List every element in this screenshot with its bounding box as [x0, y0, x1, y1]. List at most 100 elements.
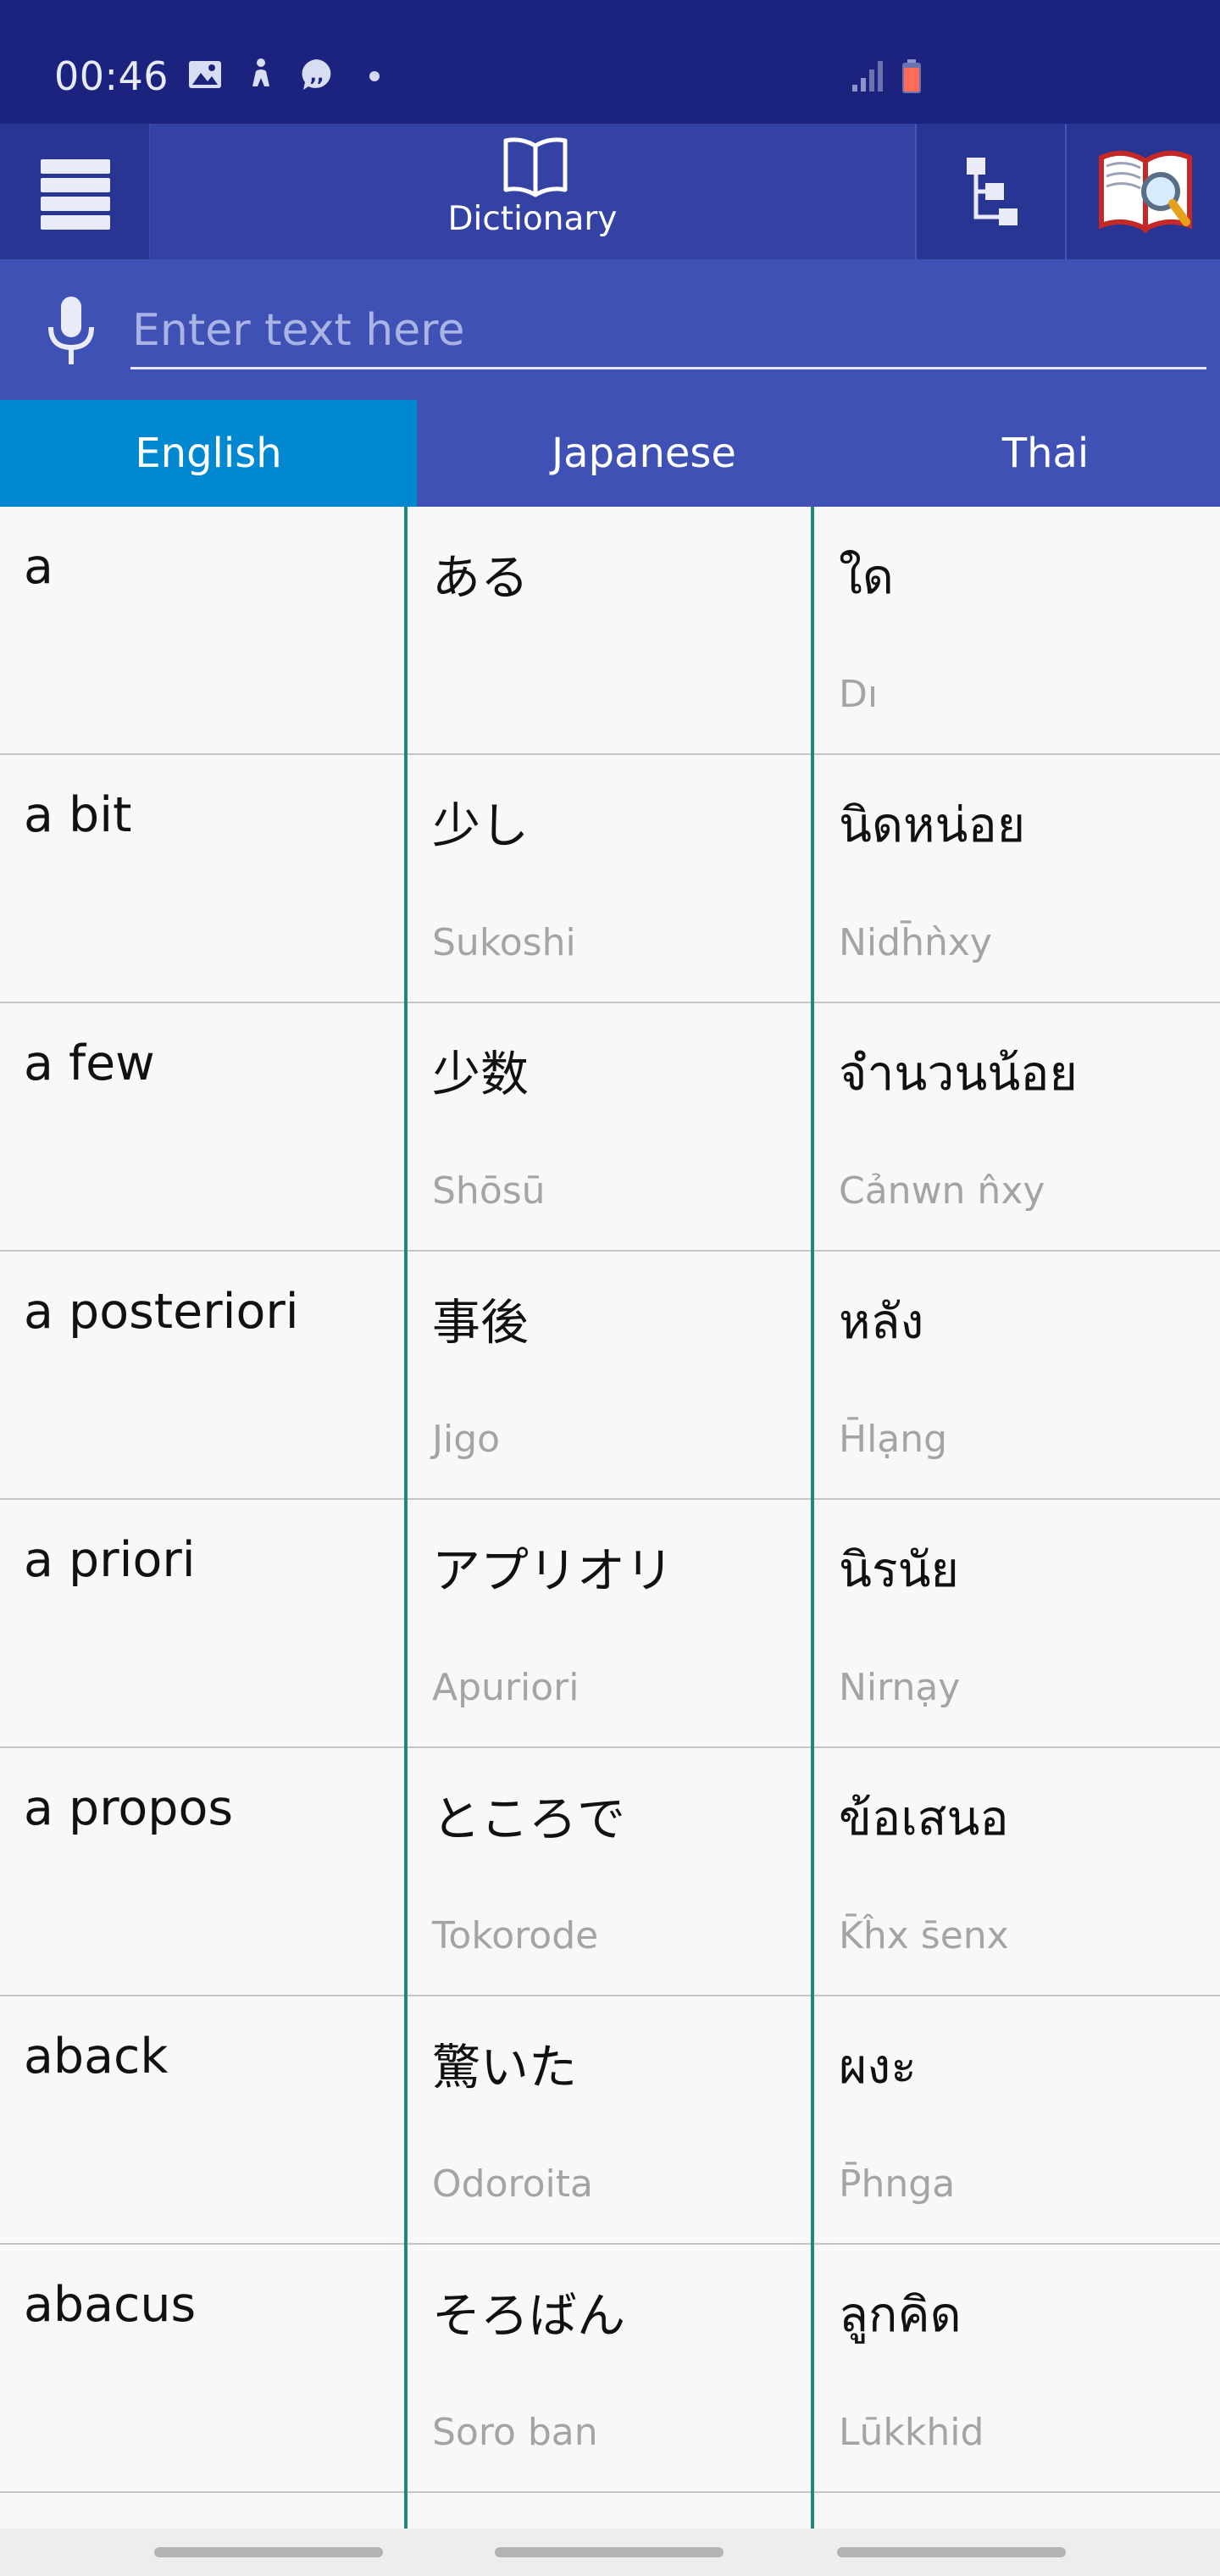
table-row[interactable]: a ある ใด Dı: [0, 507, 1220, 755]
navigation-bar: [0, 2529, 1220, 2576]
thai-word: จำนวนน้อย: [839, 1046, 1078, 1102]
japanese-cell: アプリオリ Apuriori: [408, 1500, 812, 1746]
thai-cell: ใด Dı: [815, 507, 1220, 753]
search-book-icon: [1099, 150, 1192, 234]
thai-romanized: K̄ĥx s̄enx: [839, 1914, 1009, 1957]
thai-word: ใด: [839, 549, 894, 605]
table-row[interactable]: aback 驚いた Odoroita ผงะ P̄hnga: [0, 1996, 1220, 2245]
table-row[interactable]: a priori アプリオリ Apuriori นิรนัย Nirnạy: [0, 1500, 1220, 1748]
english-word: aback: [24, 2029, 169, 2085]
english-word: a few: [24, 1035, 155, 1091]
english-cell: a propos: [0, 1748, 405, 1995]
language-header: English Japanese Thai: [0, 400, 1220, 507]
thai-word: นิดหน่อย: [839, 797, 1026, 853]
thai-romanized: P̄hnga: [839, 2162, 956, 2206]
thai-cell: ผงะ P̄hnga: [815, 1996, 1220, 2243]
english-word: abacus: [24, 2277, 197, 2333]
english-cell: a bit: [0, 755, 405, 1002]
english-cell: aback: [0, 1996, 405, 2243]
thai-cell: นิดหน่อย Nidh̄ǹxy: [815, 755, 1220, 1002]
thai-romanized: H̄lạng: [839, 1418, 948, 1461]
chat-bubble-icon: ,,: [302, 59, 331, 90]
column-divider: [811, 507, 814, 2529]
japanese-romanized: Shōsū: [432, 1169, 546, 1213]
menu-button[interactable]: [0, 124, 149, 259]
english-cell: a: [0, 507, 405, 753]
notification-dot-icon: [369, 71, 380, 81]
japanese-word: 少し: [432, 798, 529, 854]
book-icon: [503, 137, 568, 197]
thai-romanized: Dı: [839, 673, 879, 716]
thai-romanized: Nidh̄ǹxy: [839, 921, 992, 964]
english-word: a propos: [24, 1780, 234, 1836]
english-word: a: [24, 539, 53, 595]
table-row[interactable]: a propos ところで Tokorode ข้อเสนอ K̄ĥx s̄en…: [0, 1748, 1220, 1996]
japanese-romanized: Tokorode: [432, 1914, 599, 1957]
japanese-cell: そろばん Soro ban: [408, 2245, 812, 2491]
search-input[interactable]: [130, 293, 1206, 369]
japanese-romanized: Apuriori: [432, 1666, 580, 1709]
thai-cell: นิรนัย Nirnạy: [815, 1500, 1220, 1746]
japanese-word: 少数: [432, 1046, 529, 1102]
japanese-word: アプリオリ: [432, 1543, 674, 1599]
table-row[interactable]: a bit 少し Sukoshi นิดหน่อย Nidh̄ǹxy: [0, 755, 1220, 1003]
language-tab-thai[interactable]: Thai: [871, 400, 1220, 507]
signal-icon: [852, 61, 883, 92]
thai-romanized: Cảnwn n̂xy: [839, 1169, 1045, 1213]
thai-cell: หลัง H̄lạng: [815, 1252, 1220, 1498]
japanese-cell: 少し Sukoshi: [408, 755, 812, 1002]
english-cell: a posteriori: [0, 1252, 405, 1498]
japanese-cell: 事後 Jigo: [408, 1252, 812, 1498]
english-cell: abacus: [0, 2245, 405, 2491]
english-word: a posteriori: [24, 1284, 299, 1340]
thai-word: หลัง: [839, 1294, 924, 1350]
nav-handle-left[interactable]: [154, 2547, 383, 2557]
japanese-romanized: Jigo: [432, 1418, 501, 1461]
thai-word: ผงะ: [839, 2039, 917, 2095]
thai-cell: ข้อเสนอ K̄ĥx s̄enx: [815, 1748, 1220, 1995]
japanese-word: ところで: [432, 1791, 625, 1847]
search-book-button[interactable]: [1068, 124, 1220, 259]
japanese-cell: ある: [408, 507, 812, 753]
dictionary-table: a ある ใด Dı a bit 少し Sukoshi นิดหน่อย Nid…: [0, 507, 1220, 2529]
dictionary-label: Dictionary: [447, 200, 618, 238]
thai-romanized: Nirnạy: [839, 1666, 961, 1709]
japanese-cell: 驚いた Odoroita: [408, 1996, 812, 2243]
tree-structure-button[interactable]: [918, 124, 1067, 259]
thai-cell: ลูกคิด Lūkkhid: [815, 2245, 1220, 2491]
nav-handle-center[interactable]: [495, 2547, 724, 2557]
thai-romanized: Lūkkhid: [839, 2411, 984, 2454]
language-tab-english[interactable]: English: [0, 400, 417, 507]
status-bar: 00:46 ,,: [0, 0, 1220, 124]
japanese-romanized: Soro ban: [432, 2411, 598, 2454]
svg-text:,,: ,,: [310, 65, 324, 86]
dictionary-tab[interactable]: Dictionary: [149, 124, 917, 259]
image-icon: [189, 61, 221, 88]
language-tab-japanese[interactable]: Japanese: [417, 400, 871, 507]
japanese-cell: 少数 Shōsū: [408, 1003, 812, 1250]
nav-handle-right[interactable]: [837, 2547, 1066, 2557]
microphone-icon[interactable]: [41, 295, 102, 366]
table-row[interactable]: abacus そろばん Soro ban ลูกคิด Lūkkhid: [0, 2245, 1220, 2493]
thai-word: ลูกคิด: [839, 2287, 962, 2343]
japanese-word: ある: [432, 550, 529, 606]
english-word: a bit: [24, 787, 132, 843]
status-time: 00:46: [54, 53, 169, 99]
table-row[interactable]: a few 少数 Shōsū จำนวนน้อย Cảnwn n̂xy: [0, 1003, 1220, 1252]
japanese-romanized: Sukoshi: [432, 921, 576, 964]
english-word: a priori: [24, 1532, 196, 1588]
thai-word: นิรนัย: [839, 1542, 959, 1598]
english-cell: a few: [0, 1003, 405, 1250]
thai-cell: จำนวนน้อย Cảnwn n̂xy: [815, 1003, 1220, 1250]
accessibility-icon: [252, 58, 269, 86]
table-row[interactable]: a posteriori 事後 Jigo หลัง H̄lạng: [0, 1252, 1220, 1500]
japanese-word: そろばん: [432, 2288, 625, 2344]
tree-structure-icon: [967, 158, 1018, 225]
japanese-word: 事後: [432, 1295, 529, 1351]
japanese-cell: ところで Tokorode: [408, 1748, 812, 1995]
search-row: [0, 259, 1220, 400]
japanese-romanized: Odoroita: [432, 2162, 593, 2206]
japanese-word: 驚いた: [432, 2040, 577, 2096]
battery-icon: [902, 59, 921, 93]
thai-word: ข้อเสนอ: [839, 1790, 1009, 1846]
